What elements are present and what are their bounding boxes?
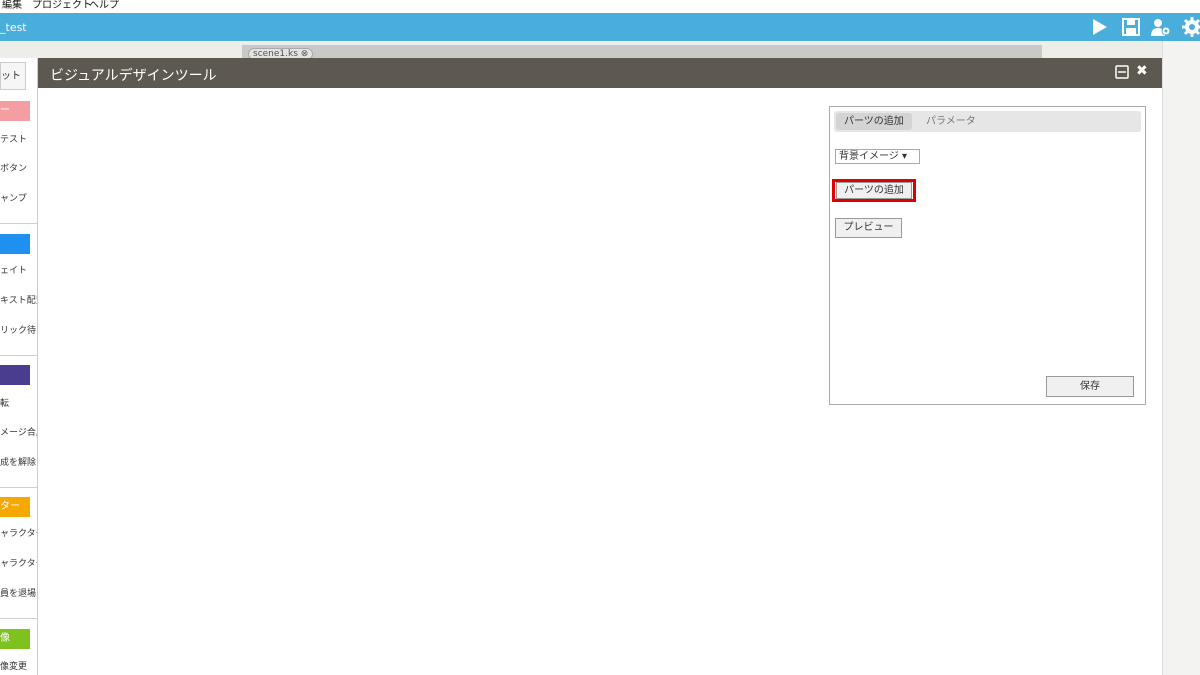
background-image-select[interactable]: 背景イメージ ▾ — [835, 149, 920, 164]
menu-help[interactable]: ヘルプ — [89, 0, 119, 12]
app-title: _test — [0, 21, 27, 34]
divider — [0, 618, 37, 619]
sidebar-item[interactable]: キスト配置 — [0, 295, 37, 307]
menu-project[interactable]: プロジェクト — [32, 0, 92, 12]
sidebar-item[interactable]: 成を解除 — [0, 457, 37, 469]
window-header: ビジュアルデザインツール ✖ — [38, 58, 1162, 88]
category-header-5[interactable]: 像 — [0, 629, 30, 649]
sidebar-item[interactable]: 員を退場 — [0, 588, 37, 600]
tab-add-parts[interactable]: パーツの追加 — [836, 113, 912, 130]
sidebar-item[interactable]: ャラクター — [0, 558, 37, 570]
minimize-icon[interactable] — [1115, 65, 1129, 79]
category-header-4[interactable]: ター — [0, 497, 30, 517]
sidebar-item[interactable]: ャラクター — [0, 528, 37, 540]
app-titlebar: _test — [0, 13, 1200, 41]
sidebar-item[interactable]: 転 — [0, 398, 37, 410]
category-header-1[interactable]: ー — [0, 101, 30, 121]
sidebar-item[interactable]: テスト — [0, 134, 37, 146]
menu-bar: 編集 プロジェクト ヘルプ — [0, 0, 1200, 13]
tab-parameters[interactable]: パラメータ — [918, 113, 984, 130]
panel-tabs: パーツの追加 パラメータ — [834, 111, 1141, 132]
divider — [0, 223, 37, 224]
preview-button[interactable]: プレビュー — [835, 218, 902, 238]
sidebar-item[interactable]: ボタン — [0, 163, 37, 175]
sidebar-item[interactable]: リック待ち — [0, 325, 37, 337]
right-gutter — [1162, 41, 1200, 675]
command-sidebar: ット ー テスト ボタン ャンプ ェイト キスト配置 リック待ち 転 メージ合成… — [0, 58, 38, 675]
sidebar-item[interactable]: ャンプ — [0, 193, 37, 205]
sidebar-tab[interactable]: ット — [0, 62, 26, 90]
category-header-2[interactable] — [0, 234, 30, 254]
add-part-button[interactable]: パーツの追加 — [836, 182, 912, 199]
sidebar-item[interactable]: 像変更 — [0, 661, 37, 673]
parts-panel: パーツの追加 パラメータ 背景イメージ ▾ パーツの追加 プレビュー 保存 — [829, 106, 1146, 405]
save-icon[interactable] — [1120, 17, 1142, 37]
editor-tab-bar — [242, 45, 1042, 58]
visual-design-window: ビジュアルデザインツール ✖ パーツの追加 パラメータ 背景イメージ ▾ パーツ… — [38, 58, 1162, 675]
save-button[interactable]: 保存 — [1046, 376, 1134, 397]
divider — [0, 355, 37, 356]
divider — [0, 487, 37, 488]
user-settings-icon[interactable] — [1150, 17, 1172, 37]
gear-icon[interactable] — [1181, 17, 1200, 37]
sidebar-item[interactable]: メージ合成 — [0, 427, 37, 439]
close-icon[interactable]: ✖ — [1136, 63, 1150, 79]
sidebar-item[interactable]: ェイト — [0, 265, 37, 277]
play-icon[interactable] — [1089, 17, 1111, 37]
window-title: ビジュアルデザインツール — [50, 68, 217, 84]
category-header-3[interactable] — [0, 365, 30, 385]
menu-edit[interactable]: 編集 — [2, 0, 22, 12]
